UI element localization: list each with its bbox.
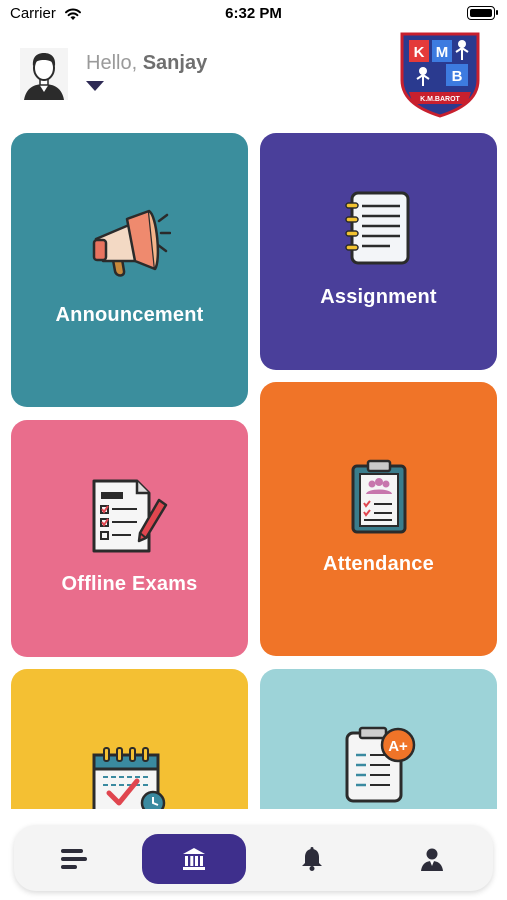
nav-home-button[interactable] bbox=[142, 834, 246, 884]
profile-icon bbox=[421, 848, 443, 871]
result-sheet-icon: A+ bbox=[345, 726, 416, 803]
tile-offline-exams-label: Offline Exams bbox=[61, 573, 198, 595]
dashboard-grid: Announcement Assignment Offline Exams At… bbox=[0, 0, 507, 900]
bottom-nav bbox=[14, 825, 493, 891]
tile-result[interactable]: A+ bbox=[260, 669, 497, 829]
tile-offline-exams[interactable]: Offline Exams bbox=[11, 420, 248, 657]
tile-assignment-label: Assignment bbox=[320, 286, 437, 308]
menu-icon bbox=[61, 849, 87, 869]
tile-attendance[interactable]: Attendance bbox=[260, 382, 497, 656]
clipboard-icon bbox=[351, 459, 407, 534]
bell-icon bbox=[302, 847, 322, 871]
institution-icon bbox=[183, 848, 205, 870]
tile-announcement-label: Announcement bbox=[55, 304, 204, 326]
notebook-icon bbox=[345, 191, 410, 265]
nav-menu-button[interactable] bbox=[44, 834, 104, 884]
megaphone-icon bbox=[92, 209, 171, 277]
tile-announcement[interactable]: Announcement bbox=[11, 133, 248, 407]
exam-paper-icon bbox=[92, 479, 168, 553]
tile-attendance-label: Attendance bbox=[323, 553, 434, 575]
tile-calendar[interactable] bbox=[11, 669, 248, 829]
grade-badge: A+ bbox=[388, 738, 408, 755]
app-screen: Carrier 6:32 PM Hello, Sanjay K M B K.M.… bbox=[0, 0, 507, 900]
nav-notifications-button[interactable] bbox=[282, 834, 342, 884]
nav-profile-button[interactable] bbox=[402, 834, 462, 884]
tile-assignment[interactable]: Assignment bbox=[260, 133, 497, 370]
calendar-icon bbox=[92, 747, 166, 815]
